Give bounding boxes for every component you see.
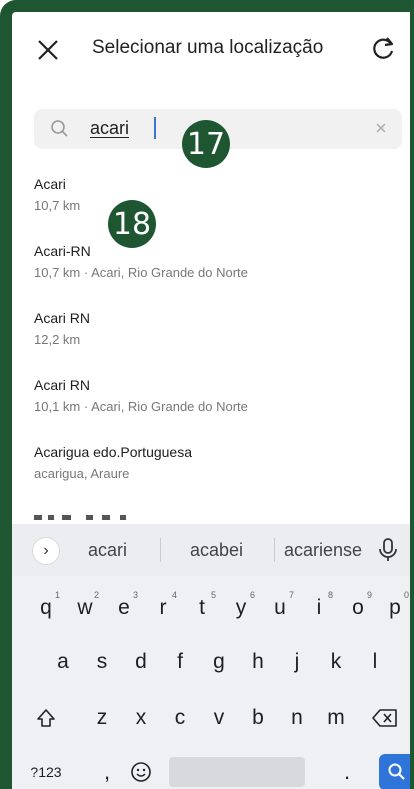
key-label: p [389, 596, 401, 619]
space-key[interactable] [169, 757, 305, 787]
key-number: 5 [210, 590, 216, 600]
result-name: Acari RN [34, 310, 91, 326]
key-label: o [352, 596, 364, 619]
list-item[interactable]: Acari-RN 10,7 km · Acari, Rio Grande do … [34, 239, 404, 306]
step-badge-18: 18 [108, 200, 156, 248]
key-h[interactable]: h [241, 642, 275, 682]
key-label: t [199, 596, 205, 619]
key-label: e [118, 596, 130, 619]
key-number: 3 [132, 590, 138, 600]
key-r[interactable]: r4 [146, 588, 180, 628]
backspace-icon [372, 709, 397, 727]
key-t[interactable]: t5 [185, 588, 219, 628]
key-x[interactable]: x [124, 698, 158, 738]
shift-icon [37, 709, 55, 727]
key-label: y [235, 596, 247, 619]
list-item[interactable]: Acari RN 10,1 km · Acari, Rio Grande do … [34, 373, 404, 440]
result-detail: 12,2 km [34, 332, 81, 347]
emoji-icon [131, 762, 151, 782]
refresh-button[interactable] [368, 34, 398, 64]
comma-key[interactable]: , [90, 752, 124, 789]
divider [274, 538, 275, 562]
key-number: 7 [288, 590, 294, 600]
key-a[interactable]: a [46, 642, 80, 682]
key-y[interactable]: y6 [224, 588, 258, 628]
key-d[interactable]: d [124, 642, 158, 682]
result-name: Acari-RN [34, 243, 91, 259]
period-key[interactable]: . [330, 752, 364, 789]
list-item[interactable]: Acari 10,7 km [34, 172, 404, 239]
clear-icon[interactable] [372, 119, 390, 137]
result-detail: 10,7 km · Acari, Rio Grande do Norte [34, 265, 248, 280]
refresh-icon [373, 37, 394, 59]
key-s[interactable]: s [85, 642, 119, 682]
chevron-right-icon: › [43, 542, 49, 559]
key-k[interactable]: k [319, 642, 353, 682]
app-frame: Selecionar uma localização acari 17 Acar… [0, 0, 414, 789]
list-item[interactable]: Acari RN 12,2 km [34, 306, 404, 373]
key-c[interactable]: c [163, 698, 197, 738]
key-g[interactable]: g [202, 642, 236, 682]
key-n[interactable]: n [280, 698, 314, 738]
symbols-key[interactable]: ?123 [24, 752, 68, 789]
emoji-key[interactable] [124, 752, 158, 789]
key-u[interactable]: u7 [263, 588, 297, 628]
header: Selecionar uma localização [12, 12, 410, 90]
key-number: 6 [249, 590, 255, 600]
divider [160, 538, 161, 562]
list-item[interactable]: Acarigua edo.Portuguesa acarigua, Araure [34, 440, 404, 507]
key-z[interactable]: z [85, 698, 119, 738]
key-m[interactable]: m [319, 698, 353, 738]
expand-suggestions-button[interactable]: › [32, 537, 60, 565]
key-q[interactable]: q1 [29, 588, 63, 628]
key-number: 4 [171, 590, 177, 600]
result-name: Acarigua edo.Portuguesa [34, 444, 192, 460]
key-number: 1 [54, 590, 60, 600]
step-badge-17: 17 [182, 120, 230, 168]
key-v[interactable]: v [202, 698, 236, 738]
results-list: Acari 10,7 km Acari-RN 10,7 km · Acari, … [34, 172, 404, 507]
search-icon [51, 120, 68, 137]
key-i[interactable]: i8 [302, 588, 336, 628]
soft-keyboard: › acari acabei acariense q1 w2 e3 r4 t5 … [12, 524, 410, 789]
key-number: 2 [93, 590, 99, 600]
microphone-icon[interactable] [376, 536, 400, 564]
key-f[interactable]: f [163, 642, 197, 682]
close-button[interactable] [34, 36, 62, 64]
page-title: Selecionar uma localização [92, 37, 324, 58]
result-name: Acari RN [34, 377, 91, 393]
key-label: w [77, 596, 93, 619]
result-detail: 10,7 km [34, 198, 81, 213]
suggestion-2[interactable]: acabei [190, 540, 243, 561]
keyboard-search-button[interactable] [379, 754, 410, 789]
result-detail: acarigua, Araure [34, 466, 130, 481]
key-b[interactable]: b [241, 698, 275, 738]
suggestion-3[interactable]: acariense [284, 540, 362, 561]
search-input[interactable]: acari [90, 118, 129, 139]
search-icon [388, 763, 405, 780]
key-label: r [159, 596, 167, 619]
clipped-list-item [34, 510, 234, 520]
key-label: i [316, 596, 322, 619]
result-detail: 10,1 km · Acari, Rio Grande do Norte [34, 399, 248, 414]
clipped-text-glyphs [34, 515, 126, 520]
key-w[interactable]: w2 [68, 588, 102, 628]
suggestion-1[interactable]: acari [88, 540, 127, 561]
close-icon [38, 40, 58, 60]
key-number: 9 [366, 590, 372, 600]
shift-key[interactable] [29, 698, 63, 738]
key-label: u [274, 596, 286, 619]
backspace-key[interactable] [368, 698, 402, 738]
text-cursor [154, 117, 156, 139]
key-j[interactable]: j [280, 642, 314, 682]
key-l[interactable]: l [358, 642, 392, 682]
result-name: Acari [34, 176, 66, 192]
key-e[interactable]: e3 [107, 588, 141, 628]
key-number: 8 [327, 590, 333, 600]
key-label: q [40, 596, 52, 619]
key-o[interactable]: o9 [341, 588, 375, 628]
suggestion-bar: › acari acabei acariense [12, 524, 410, 576]
key-number: 0 [403, 590, 409, 600]
key-p[interactable]: p0 [378, 588, 410, 628]
